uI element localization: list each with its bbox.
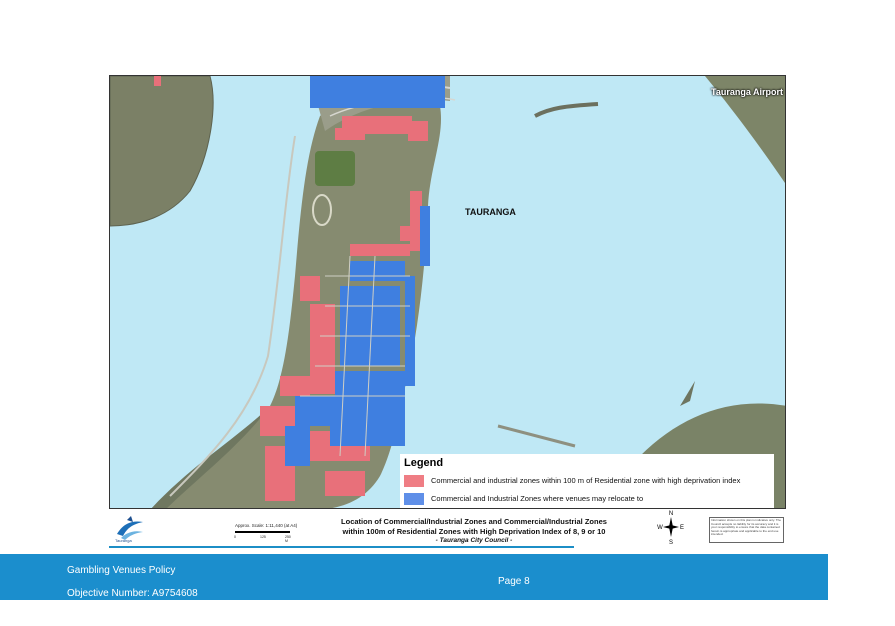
scale-tick-2: 250 M bbox=[285, 535, 291, 543]
scale-tick-1: 125 bbox=[260, 535, 266, 539]
legend-title: Legend bbox=[404, 457, 444, 469]
compass-s: S bbox=[669, 540, 673, 545]
map-title-line1: Location of Commercial/Industrial Zones … bbox=[341, 517, 607, 526]
scale-tick-0: 0 bbox=[234, 535, 236, 539]
city-label: TAURANGA bbox=[465, 207, 516, 217]
legend-label-red: Commercial and industrial zones within 1… bbox=[431, 476, 741, 485]
legend: Legend Commercial and industrial zones w… bbox=[400, 454, 774, 508]
map-subtitle: - Tauranga City Council - bbox=[435, 537, 513, 544]
disclaimer-box: Information shown on this plan is indica… bbox=[709, 517, 784, 543]
page: Tauranga Airport TAURANGA Legend Commerc… bbox=[0, 0, 895, 626]
footer-policy-name: Gambling Venues Policy bbox=[67, 565, 176, 576]
scale-text: Approx. Scale: 1:11,440 (at A4) bbox=[235, 523, 298, 528]
map-title-block: Tauranga Approx. Scale: 1:11,440 (at A4)… bbox=[109, 511, 786, 547]
map-frame[interactable]: Tauranga Airport TAURANGA Legend Commerc… bbox=[109, 75, 786, 509]
logo-caption: Tauranga bbox=[115, 538, 132, 543]
map-title: Location of Commercial/Industrial Zones … bbox=[314, 517, 634, 546]
scale-block: Approx. Scale: 1:11,440 (at A4) 0 125 25… bbox=[234, 523, 298, 543]
legend-swatch-red bbox=[404, 474, 424, 487]
title-underline bbox=[109, 546, 574, 548]
airport-label: Tauranga Airport bbox=[710, 87, 783, 97]
compass-n: N bbox=[669, 511, 673, 517]
page-footer: Gambling Venues Policy Page 8 Objective … bbox=[0, 554, 828, 600]
compass-w: W bbox=[657, 525, 663, 531]
compass-e: E bbox=[680, 525, 684, 531]
north-arrow-icon: N S W E bbox=[657, 511, 684, 545]
scale-bar: 0 125 250 M bbox=[234, 531, 291, 543]
footer-page-number: Page 8 bbox=[498, 576, 530, 587]
legend-swatch-blue bbox=[404, 492, 424, 505]
footer-objective-number: Objective Number: A9754608 bbox=[67, 588, 198, 599]
aerial-map[interactable] bbox=[110, 76, 786, 509]
legend-label-blue: Commercial and Industrial Zones where ve… bbox=[431, 494, 644, 503]
map-title-line2: within 100m of Residential Zones with Hi… bbox=[342, 526, 606, 536]
legend-item-blue: Commercial and Industrial Zones where ve… bbox=[404, 491, 770, 506]
legend-item-red: Commercial and industrial zones within 1… bbox=[404, 473, 770, 488]
